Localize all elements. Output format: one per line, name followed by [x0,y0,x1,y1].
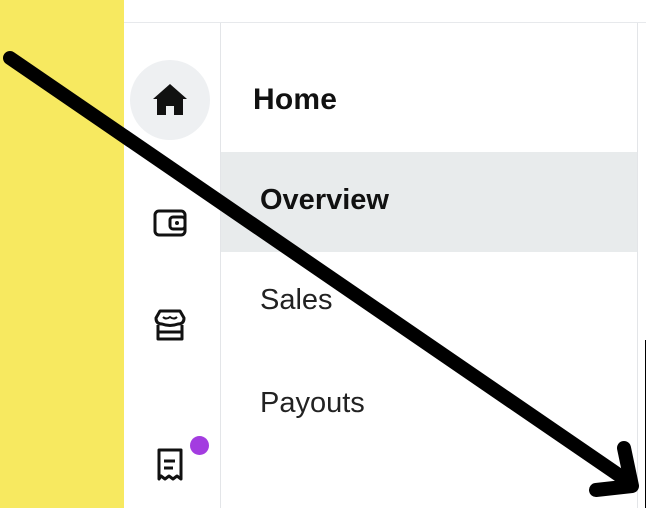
nav-item-overview[interactable]: Overview [221,152,637,252]
nav-item-label: Payouts [260,387,365,419]
nav-item-sales[interactable]: Sales [221,252,637,352]
nav-item-payouts[interactable]: Payouts [221,355,637,455]
wallet-icon [153,209,187,237]
highlight-background [0,0,124,508]
nav-item-label: Sales [260,284,333,316]
rail-wallet-button[interactable] [130,183,210,263]
store-icon [154,309,186,341]
home-icon [153,84,187,115]
receipt-icon [157,448,183,481]
nav-title: Home [253,83,338,116]
rail-store-button[interactable] [130,285,210,365]
icon-rail [124,23,221,508]
notification-badge [190,436,209,455]
top-bar [124,0,646,23]
nav-item-label: Overview [260,184,389,216]
rail-home-button[interactable] [130,60,210,140]
nav-panel: Home Overview Sales Payouts [221,23,638,508]
